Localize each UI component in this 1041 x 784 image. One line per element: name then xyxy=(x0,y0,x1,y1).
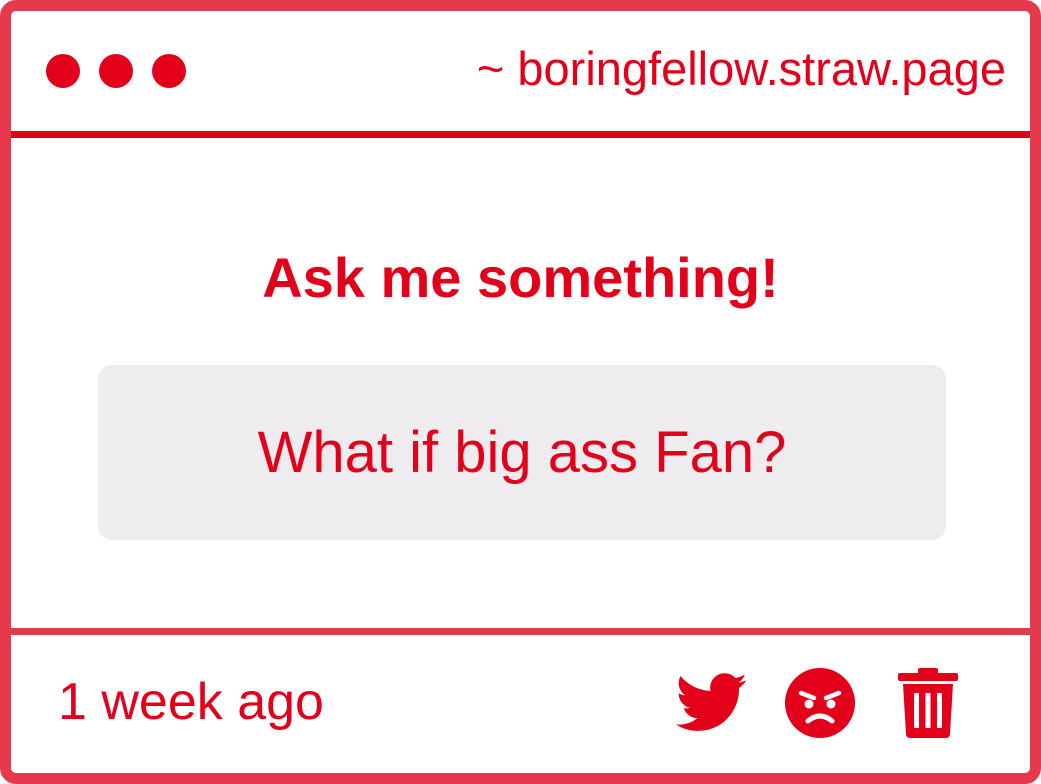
question-card: ~ boringfellow.straw.page Ask me somethi… xyxy=(0,0,1041,784)
card-body: Ask me something! What if big ass Fan? xyxy=(11,138,1030,628)
card-footer: 1 week ago xyxy=(11,628,1030,773)
trash-icon xyxy=(898,668,958,738)
window-titlebar: ~ boringfellow.straw.page xyxy=(11,11,1030,138)
twitter-icon xyxy=(676,673,747,731)
delete-button[interactable] xyxy=(892,667,964,739)
question-text: What if big ass Fan? xyxy=(257,419,787,485)
window-dot-2 xyxy=(99,54,133,88)
page-url: ~ boringfellow.straw.page xyxy=(476,42,1006,95)
window-dot-1 xyxy=(46,54,80,88)
action-bar xyxy=(640,667,964,739)
angry-face-icon xyxy=(785,668,855,738)
report-button[interactable] xyxy=(784,667,856,739)
window-dot-3 xyxy=(152,54,186,88)
tweet-button[interactable] xyxy=(676,667,748,739)
timestamp: 1 week ago xyxy=(58,673,324,731)
window-controls xyxy=(46,54,205,88)
question-box: What if big ass Fan? xyxy=(98,365,946,540)
page-title: Ask me something! xyxy=(262,246,779,309)
